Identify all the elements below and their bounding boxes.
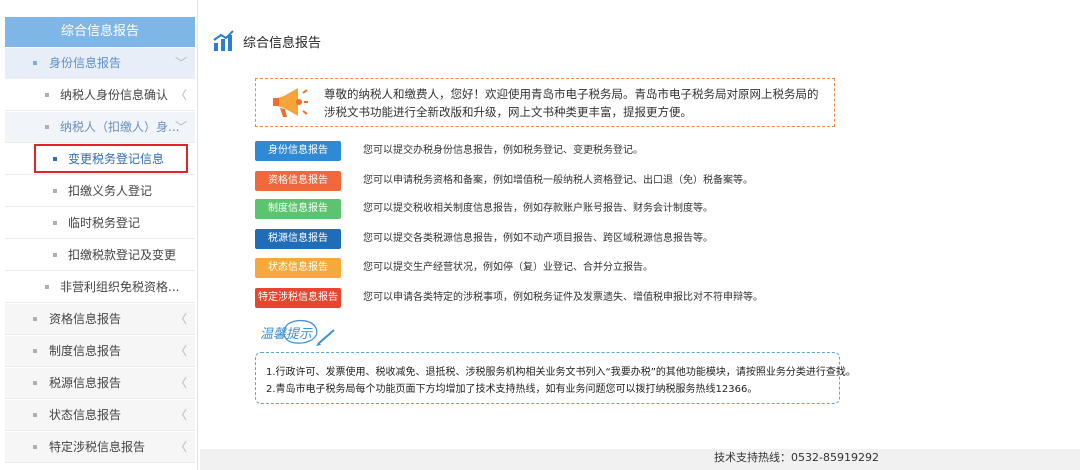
sidebar-item-change-tax-registration[interactable]: 变更税务登记信息 bbox=[5, 144, 195, 175]
sidebar-item-taxpayer-withholding[interactable]: 纳税人（扣缴人）身... ﹀ bbox=[5, 112, 195, 143]
chevron-down-icon: ﹀ bbox=[174, 120, 187, 134]
sidebar-item-label: 扣缴义务人登记 bbox=[68, 184, 153, 198]
sidebar-item-temporary-tax-registration[interactable]: 临时税务登记 bbox=[5, 208, 195, 239]
bullet-icon bbox=[33, 61, 37, 65]
chevron-left-icon: 〈 bbox=[174, 440, 187, 454]
sidebar-item-nonprofit-exemption[interactable]: 非营利组织免税资格... bbox=[5, 272, 195, 303]
sidebar-item-label: 扣缴税款登记及变更 bbox=[68, 248, 177, 262]
sidebar-item-label: 纳税人（扣缴人）身... bbox=[60, 120, 180, 134]
chevron-left-icon: 〈 bbox=[174, 376, 187, 390]
sidebar-item-label: 资格信息报告 bbox=[49, 312, 122, 326]
sidebar-item-tax-source-report[interactable]: 税源信息报告 〈 bbox=[5, 368, 195, 399]
bullet-icon bbox=[33, 317, 37, 321]
sidebar-item-system-report[interactable]: 制度信息报告 〈 bbox=[5, 336, 195, 367]
bullet-icon bbox=[45, 93, 49, 97]
tips-box: 1.行政许可、发票使用、税收减免、退抵税、涉税服务机构相关业务文书列入“我要办税… bbox=[255, 352, 856, 404]
category-button-qualification[interactable]: 资格信息报告 bbox=[255, 171, 341, 191]
sidebar: 综合信息报告 身份信息报告 ﹀ 纳税人身份信息确认 〈 纳税人（扣缴人）身...… bbox=[0, 0, 198, 470]
bullet-icon bbox=[53, 189, 57, 193]
bullet-icon bbox=[33, 349, 37, 353]
category-description: 您可以提交办税身份信息报告，例如税务登记、变更税务登记。 bbox=[363, 145, 643, 156]
sidebar-item-withholding-tax-registration[interactable]: 扣缴税款登记及变更 bbox=[5, 240, 195, 271]
bullet-icon bbox=[45, 125, 49, 129]
category-button-specific-tax[interactable]: 特定涉税信息报告 bbox=[255, 288, 341, 308]
page-root: 综合信息报告 身份信息报告 ﹀ 纳税人身份信息确认 〈 纳税人（扣缴人）身...… bbox=[0, 0, 1080, 470]
bullet-icon bbox=[53, 157, 57, 161]
sidebar-item-withholding-agent-registration[interactable]: 扣缴义务人登记 bbox=[5, 176, 195, 207]
tips-line: 2.青岛市电子税务局每个功能页面下方均增加了技术支持热线，如有业务问题您可以拨打… bbox=[266, 384, 758, 395]
sidebar-item-label: 纳税人身份信息确认 bbox=[60, 88, 169, 102]
bullet-icon bbox=[33, 445, 37, 449]
sidebar-item-label: 临时税务登记 bbox=[68, 216, 141, 230]
sidebar-item-label: 状态信息报告 bbox=[49, 408, 122, 422]
sidebar-item-label: 非营利组织免税资格... bbox=[60, 280, 180, 294]
bullet-icon bbox=[45, 285, 49, 289]
sidebar-item-label: 制度信息报告 bbox=[49, 344, 122, 358]
chevron-left-icon: 〈 bbox=[174, 408, 187, 422]
sidebar-item-specific-tax-report[interactable]: 特定涉税信息报告 〈 bbox=[5, 432, 195, 463]
chevron-down-icon: ﹀ bbox=[174, 56, 187, 70]
bullet-icon bbox=[33, 413, 37, 417]
bullet-icon bbox=[53, 253, 57, 257]
category-button-system[interactable]: 制度信息报告 bbox=[255, 199, 341, 219]
bullet-icon bbox=[33, 381, 37, 385]
sidebar-header[interactable]: 综合信息报告 bbox=[5, 17, 195, 47]
chevron-left-icon: 〈 bbox=[174, 312, 187, 326]
sidebar-item-identity-report[interactable]: 身份信息报告 ﹀ bbox=[5, 48, 195, 79]
megaphone-icon bbox=[273, 88, 308, 117]
sidebar-item-label: 特定涉税信息报告 bbox=[49, 440, 146, 454]
tips-label-text: 温馨提示 bbox=[260, 327, 313, 342]
category-description: 您可以提交税收相关制度信息报告，例如存款账户账号报告、财务会计制度等。 bbox=[363, 203, 713, 214]
chart-trend-icon bbox=[213, 30, 234, 51]
footer: 技术支持热线：0532-85919292 bbox=[200, 449, 1080, 470]
sidebar-item-label: 身份信息报告 bbox=[49, 56, 122, 70]
page-title: 综合信息报告 bbox=[243, 36, 322, 51]
tips-line: 1.行政许可、发票使用、税收减免、退抵税、涉税服务机构相关业务文书列入“我要办税… bbox=[266, 367, 856, 378]
category-description: 您可以提交各类税源信息报告，例如不动产项目报告、跨区域税源信息报告等。 bbox=[363, 233, 713, 244]
chevron-left-icon: 〈 bbox=[174, 88, 187, 102]
support-hotline: 技术支持热线：0532-85919292 bbox=[714, 451, 879, 464]
category-description: 您可以申请各类特定的涉税事项，例如税务证件及发票遗失、增值税申报比对不符申辩等。 bbox=[363, 292, 763, 303]
chevron-left-icon: 〈 bbox=[174, 344, 187, 358]
category-button-tax-source[interactable]: 税源信息报告 bbox=[255, 229, 341, 249]
sidebar-item-taxpayer-identity-confirm[interactable]: 纳税人身份信息确认 〈 bbox=[5, 80, 195, 111]
category-description: 您可以提交生产经营状况，例如停（复）业登记、合并分立报告。 bbox=[363, 262, 653, 273]
sidebar-item-status-report[interactable]: 状态信息报告 〈 bbox=[5, 400, 195, 431]
tips-label: 温馨提示 bbox=[260, 319, 335, 346]
category-button-identity[interactable]: 身份信息报告 bbox=[255, 141, 341, 161]
bullet-icon bbox=[53, 221, 57, 225]
category-button-status[interactable]: 状态信息报告 bbox=[255, 258, 341, 278]
sidebar-item-label: 变更税务登记信息 bbox=[68, 152, 165, 166]
welcome-text: 尊敬的纳税人和缴费人，您好！欢迎使用青岛市电子税务局。青岛市电子税务局对原网上税… bbox=[324, 87, 819, 119]
category-description: 您可以申请税务资格和备案，例如增值税一般纳税人资格登记、出口退（免）税备案等。 bbox=[363, 175, 753, 186]
welcome-banner: 尊敬的纳税人和缴费人，您好！欢迎使用青岛市电子税务局。青岛市电子税务局对原网上税… bbox=[255, 78, 835, 127]
sidebar-item-label: 税源信息报告 bbox=[49, 376, 122, 390]
sidebar-item-qualification-report[interactable]: 资格信息报告 〈 bbox=[5, 304, 195, 335]
